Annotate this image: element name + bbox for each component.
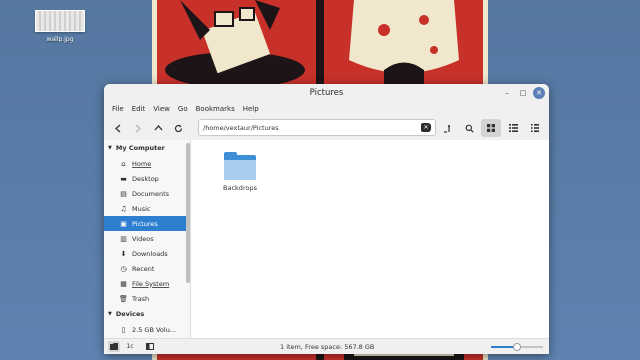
sidebar-toggle-icon (146, 343, 154, 350)
sidebar-item-label: Pictures (132, 219, 158, 228)
desktop-icon: ▬ (120, 174, 127, 183)
compact-view-icon (531, 124, 539, 132)
forward-icon (135, 124, 141, 132)
sidebar-item-documents[interactable]: ▤ Documents (104, 186, 190, 201)
toolbar-right (437, 119, 545, 137)
recent-icon: ◷ (120, 264, 127, 273)
folder-toggle-icon (110, 343, 118, 350)
menu-edit[interactable]: Edit (128, 105, 150, 113)
list-view-button[interactable] (503, 119, 523, 137)
sidebar-section-devices[interactable]: ▼ Devices (104, 306, 190, 322)
sidebar-item-volume[interactable]: ▯ 2.5 GB Volu... (104, 322, 190, 337)
file-view[interactable]: Backdrops (191, 140, 549, 338)
sidebar-item-downloads[interactable]: ⬇ Downloads (104, 246, 190, 261)
reload-icon (174, 124, 182, 132)
sidebar-item-label: File System (132, 279, 170, 288)
menu-view[interactable]: View (149, 105, 174, 113)
sidebar-item-label: 2.5 GB Volu... (132, 325, 177, 334)
location-path: /home/vextaur/Pictures (203, 123, 279, 132)
back-icon (115, 124, 121, 132)
pictures-icon: ▣ (120, 219, 127, 228)
sidebar-item-pictures[interactable]: ▣ Pictures (104, 216, 190, 231)
compact-view-button[interactable] (525, 119, 545, 137)
window-title: Pictures (309, 88, 344, 98)
sidebar: ▼ My Computer ⌂ Home ▬ Desktop ▤ Documents … (104, 140, 191, 338)
wallpaper-left-illustration (165, 0, 305, 86)
downloads-icon: ⬇ (120, 249, 127, 258)
sidebar-item-label: Documents (132, 189, 170, 198)
back-button[interactable] (108, 119, 128, 137)
expand-arrow-icon: ▼ (108, 145, 112, 151)
search-icon (465, 124, 474, 133)
search-button[interactable] (459, 119, 479, 137)
image-thumbnail-icon (35, 10, 85, 32)
minimize-button[interactable]: – (501, 87, 513, 99)
videos-icon: ▥ (120, 234, 127, 243)
icon-view-icon (487, 124, 495, 132)
terminal-icon (443, 124, 450, 133)
statusbar: 1c 1 item, Free space: 567.8 GB (104, 338, 549, 354)
titlebar[interactable]: Pictures – □ ✕ (104, 84, 549, 102)
trash-icon: 🗑 (119, 294, 128, 303)
sidebar-item-home[interactable]: ⌂ Home (104, 156, 190, 171)
show-tree-button[interactable]: 1c (124, 341, 136, 352)
sidebar-item-desktop[interactable]: ▬ Desktop (104, 171, 190, 186)
sidebar-item-label: Music (132, 204, 151, 213)
menu-file[interactable]: File (108, 105, 128, 113)
sidebar-item-label: Videos (132, 234, 154, 243)
location-bar[interactable]: /home/vextaur/Pictures ✕ (198, 119, 436, 136)
sidebar-section-label: Devices (115, 310, 145, 318)
terminal-button[interactable] (437, 119, 457, 137)
sidebar-item-label: Desktop (132, 174, 159, 183)
sidebar-item-file-system[interactable]: ▦ File System (104, 276, 190, 291)
sidebar-item-recent[interactable]: ◷ Recent (104, 261, 190, 276)
menu-help[interactable]: Help (239, 105, 263, 113)
forward-button[interactable] (128, 119, 148, 137)
folder-label: Backdrops (223, 184, 257, 192)
sidebar-section-label: My Computer (115, 144, 165, 152)
icon-view-button[interactable] (481, 119, 501, 137)
sidebar-section-my-computer[interactable]: ▼ My Computer (104, 140, 190, 156)
list-view-icon (508, 124, 518, 132)
folder-icon (224, 152, 256, 180)
toggle-sidebar-button[interactable] (144, 341, 156, 352)
close-button[interactable]: ✕ (533, 87, 545, 99)
sidebar-item-trash[interactable]: 🗑 Trash (104, 291, 190, 306)
home-icon: ⌂ (121, 159, 126, 168)
sidebar-item-label: Home (132, 159, 152, 168)
window-body: ▼ My Computer ⌂ Home ▬ Desktop ▤ Documents … (104, 140, 549, 338)
menu-go[interactable]: Go (174, 105, 192, 113)
music-icon: ♫ (120, 204, 127, 213)
desktop-file-icon[interactable]: wallp.jpg (32, 10, 88, 43)
up-button[interactable] (148, 119, 168, 137)
drive-icon: ▯ (121, 325, 126, 334)
up-icon (154, 125, 162, 131)
expand-arrow-icon: ▼ (108, 311, 112, 317)
file-manager-window: Pictures – □ ✕ File Edit View Go Bookmar… (104, 84, 549, 354)
sidebar-item-videos[interactable]: ▥ Videos (104, 231, 190, 246)
file-system-icon: ▦ (120, 279, 127, 288)
sidebar-scrollbar[interactable] (186, 143, 190, 283)
toolbar: /home/vextaur/Pictures ✕ (104, 116, 549, 140)
sidebar-item-label: Recent (132, 264, 155, 273)
status-text: 1 item, Free space: 567.8 GB (280, 342, 375, 351)
menu-bookmarks[interactable]: Bookmarks (192, 105, 239, 113)
clear-location-icon[interactable]: ✕ (421, 123, 431, 132)
reload-button[interactable] (168, 119, 188, 137)
zoom-slider[interactable] (491, 343, 543, 351)
folder-item[interactable]: Backdrops (217, 152, 263, 192)
maximize-button[interactable]: □ (517, 87, 529, 99)
window-controls: – □ ✕ (501, 87, 545, 99)
menubar: File Edit View Go Bookmarks Help (104, 102, 549, 116)
wallpaper-right-illustration (349, 0, 459, 86)
documents-icon: ▤ (120, 189, 127, 198)
sidebar-item-label: Trash (132, 294, 150, 303)
sidebar-item-music[interactable]: ♫ Music (104, 201, 190, 216)
desktop-file-label: wallp.jpg (46, 36, 74, 43)
zoom-slider-knob[interactable] (513, 343, 521, 351)
sidebar-item-label: Downloads (132, 249, 168, 258)
show-places-button[interactable] (108, 341, 120, 352)
